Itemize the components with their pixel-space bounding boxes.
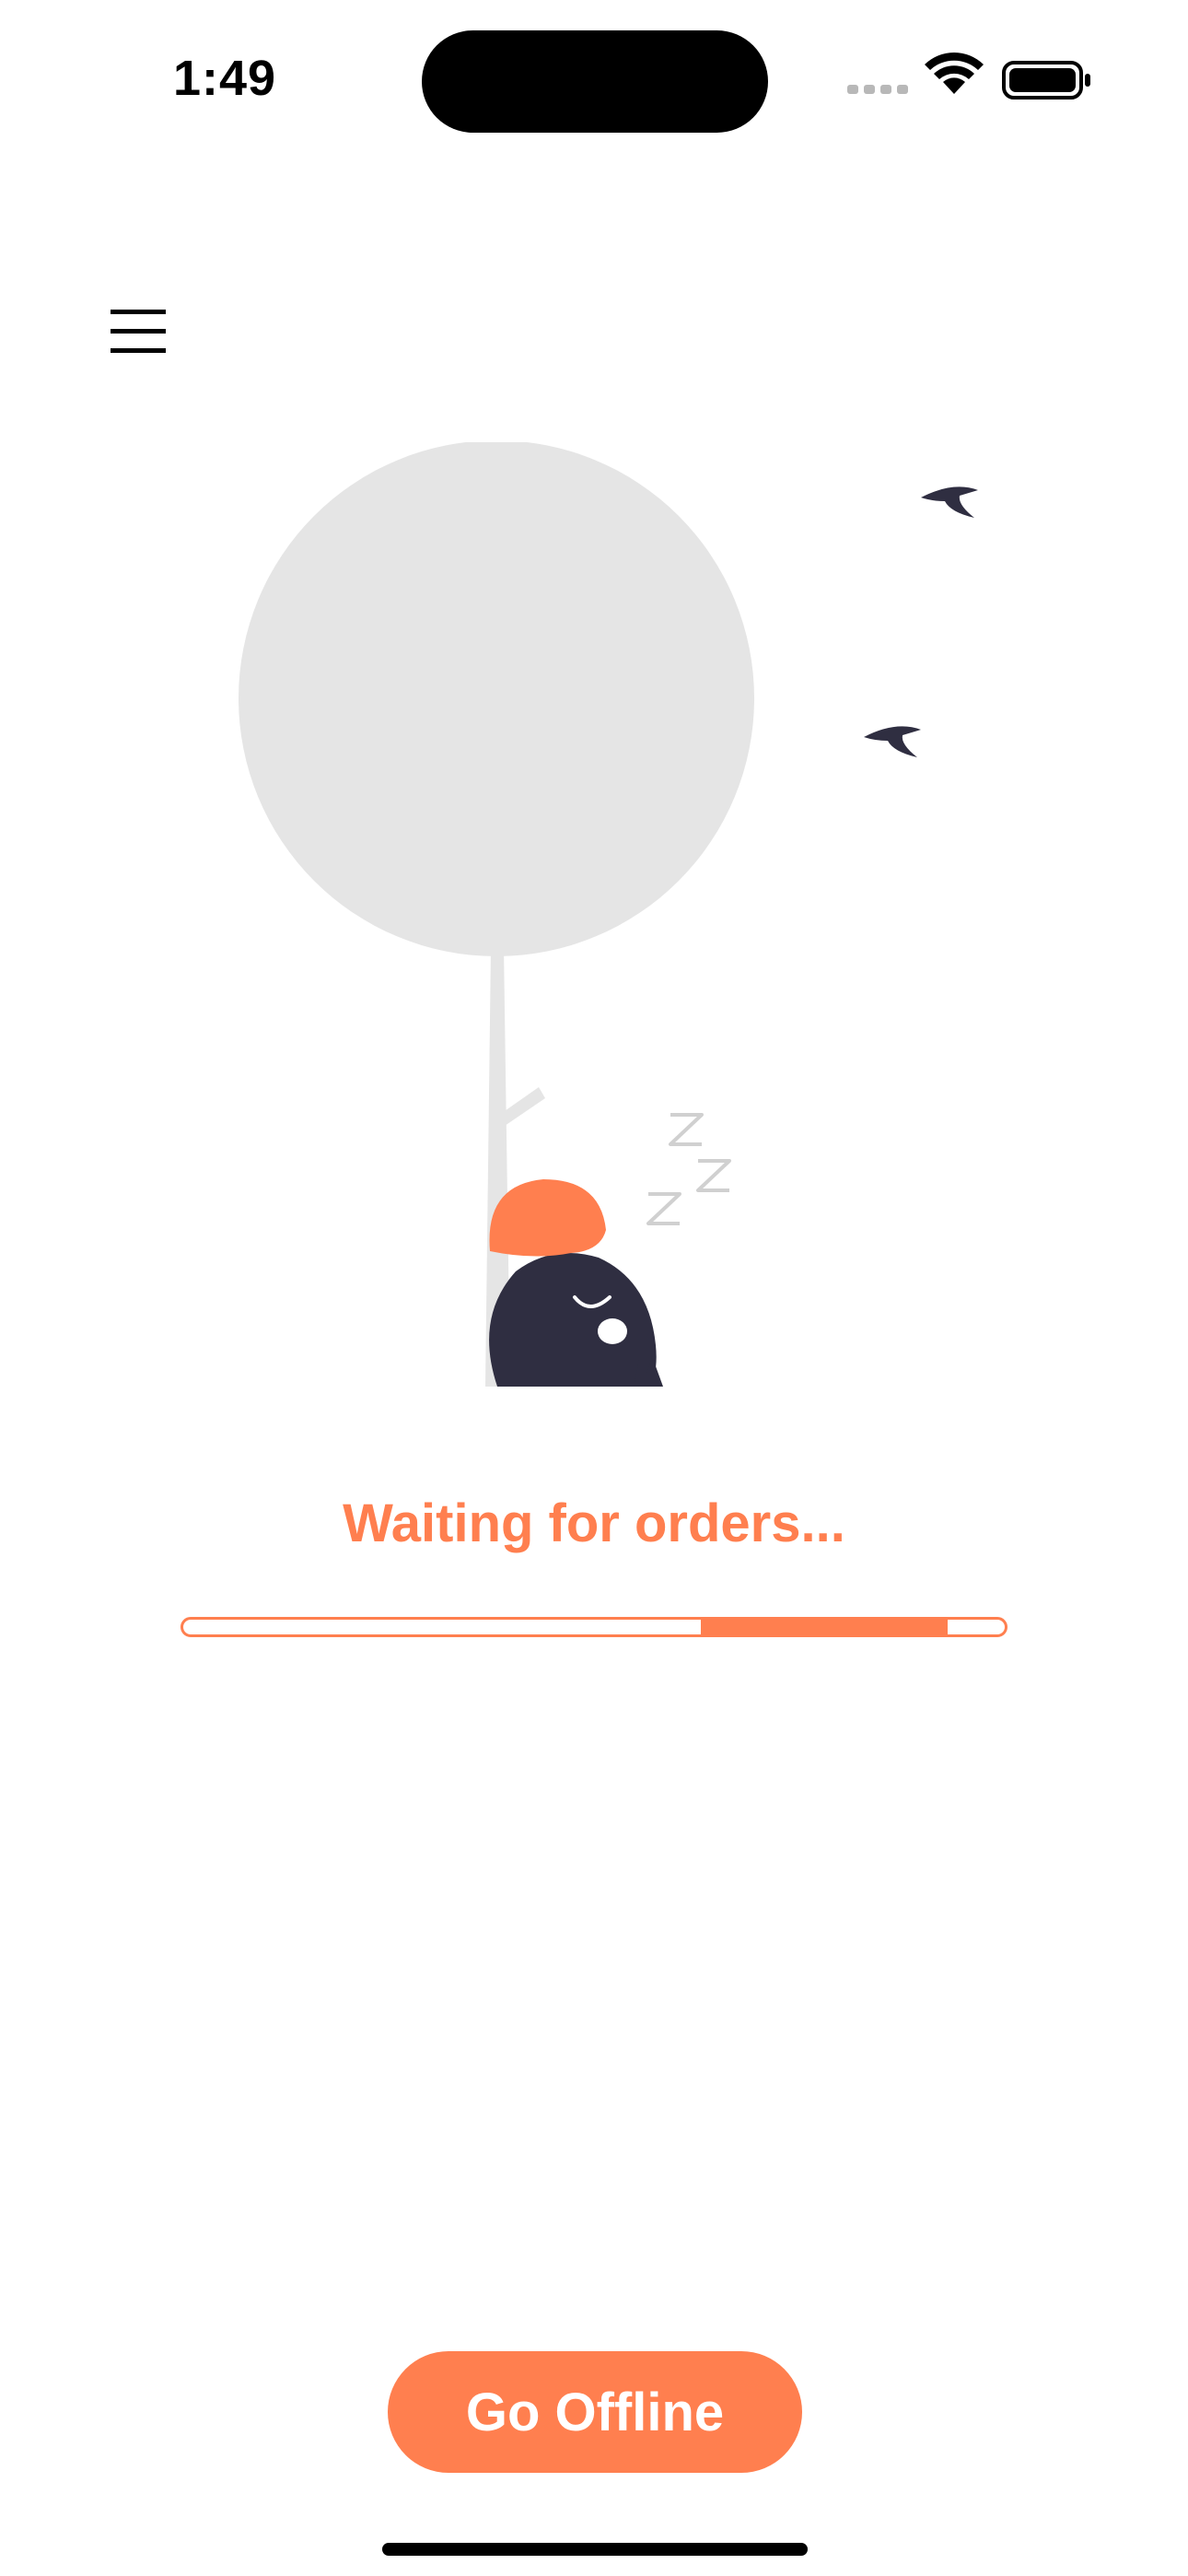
status-bar: 1:49	[0, 0, 1188, 157]
sleeping-character-illustration: Z Z Z	[0, 442, 978, 1387]
sleep-z: Z	[0, 442, 1, 443]
tree-branch	[502, 1087, 545, 1126]
sleep-z: Z	[0, 442, 1, 443]
sleep-z: Z	[0, 442, 1, 443]
status-time: 1:49	[173, 51, 277, 106]
cellular-signal-icon	[847, 85, 908, 94]
dynamic-island	[422, 30, 768, 133]
loading-progress-bar	[181, 1617, 1007, 1637]
bird-icon	[864, 726, 921, 757]
waiting-status-text: Waiting for orders...	[343, 1493, 845, 1553]
wifi-icon	[925, 53, 984, 94]
sleep-zzz	[646, 1113, 731, 1225]
character-mouth	[598, 1318, 627, 1344]
hamburger-menu-icon[interactable]	[101, 295, 175, 369]
battery-icon	[1002, 61, 1090, 100]
character-body	[489, 1253, 657, 1387]
bird-icon	[921, 486, 978, 518]
status-icons	[847, 53, 1090, 100]
sleeping-character	[489, 1179, 663, 1387]
go-offline-button[interactable]: Go Offline	[388, 2351, 802, 2473]
loading-progress-segment	[700, 1620, 948, 1634]
home-indicator[interactable]	[382, 2543, 808, 2556]
tree-canopy	[239, 442, 754, 956]
